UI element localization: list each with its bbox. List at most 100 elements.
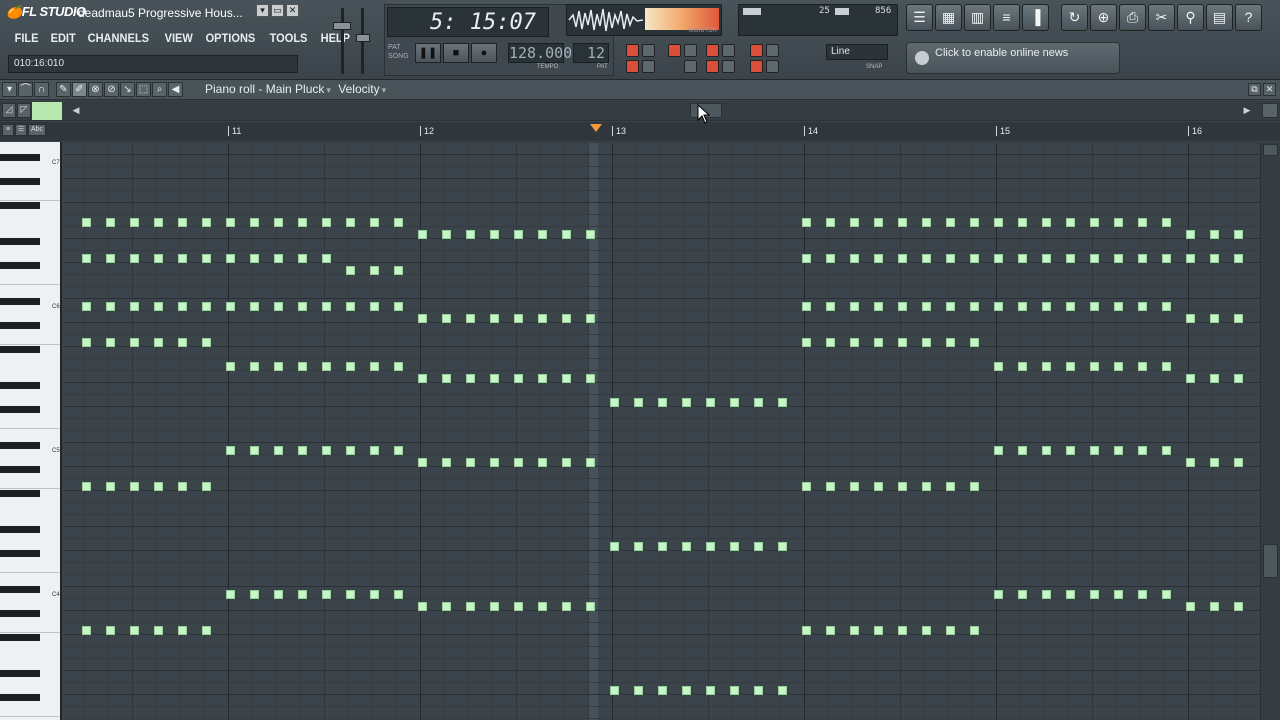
note[interactable] (610, 686, 619, 695)
note[interactable] (346, 266, 355, 275)
note[interactable] (1042, 590, 1051, 599)
automation-icon[interactable] (722, 60, 735, 73)
timeline-ruler[interactable]: ≡ ☰ Abc 11 12 13 14 15 16 (0, 122, 1280, 141)
black-key[interactable] (0, 202, 40, 209)
mute-icon[interactable]: ⊘ (104, 82, 119, 97)
note[interactable] (442, 230, 451, 239)
note[interactable] (154, 302, 163, 311)
oscilloscope-monitor[interactable]: MONITOR (566, 4, 722, 36)
note[interactable] (946, 218, 955, 227)
note[interactable] (826, 482, 835, 491)
note[interactable] (1066, 590, 1075, 599)
black-key[interactable] (0, 322, 40, 329)
note[interactable] (274, 254, 283, 263)
stop-icon[interactable]: ■ (443, 43, 469, 63)
note[interactable] (946, 338, 955, 347)
note[interactable] (634, 542, 643, 551)
note[interactable] (562, 314, 571, 323)
scroll-up-arrow[interactable] (1263, 144, 1278, 156)
note[interactable] (1210, 230, 1219, 239)
note[interactable] (754, 398, 763, 407)
note[interactable] (274, 302, 283, 311)
note[interactable] (754, 686, 763, 695)
note[interactable] (994, 590, 1003, 599)
note[interactable] (586, 374, 595, 383)
minimize-button[interactable]: ▾ (256, 4, 269, 17)
note[interactable] (1186, 230, 1195, 239)
note[interactable] (394, 590, 403, 599)
close-icon[interactable]: ✕ (1263, 83, 1276, 96)
sync-icon[interactable] (750, 60, 763, 73)
note[interactable] (274, 362, 283, 371)
piano-keyboard[interactable]: C7 C6 C5 C4 (0, 142, 62, 720)
note[interactable] (850, 338, 859, 347)
pitch-knob[interactable] (356, 34, 370, 42)
fullscreen-icon[interactable] (1262, 103, 1278, 118)
note[interactable] (274, 446, 283, 455)
note[interactable] (370, 302, 379, 311)
note[interactable] (322, 302, 331, 311)
tempo-display[interactable]: 128.000 (508, 43, 572, 63)
scroll-icon[interactable] (642, 60, 655, 73)
typing-keyboard-icon[interactable] (626, 44, 639, 57)
note[interactable] (418, 374, 427, 383)
note[interactable] (130, 482, 139, 491)
note[interactable] (730, 686, 739, 695)
export-icon[interactable]: ⎙ (1119, 4, 1146, 31)
note[interactable] (250, 362, 259, 371)
note[interactable] (802, 218, 811, 227)
mixer-icon[interactable]: ▐ (1022, 4, 1049, 31)
note[interactable] (682, 542, 691, 551)
note[interactable] (898, 482, 907, 491)
note[interactable] (1138, 254, 1147, 263)
note[interactable] (130, 338, 139, 347)
note[interactable] (1042, 362, 1051, 371)
pause-icon[interactable]: ❚❚ (415, 43, 441, 63)
note[interactable] (442, 314, 451, 323)
note[interactable] (1210, 374, 1219, 383)
note[interactable] (874, 302, 883, 311)
note[interactable] (346, 218, 355, 227)
menu-tools[interactable]: TOOLS (265, 29, 312, 47)
note[interactable] (394, 218, 403, 227)
menu-edit[interactable]: EDIT (46, 29, 80, 47)
black-key[interactable] (0, 694, 40, 701)
note[interactable] (226, 254, 235, 263)
note[interactable] (610, 542, 619, 551)
note[interactable] (538, 374, 547, 383)
note[interactable] (1234, 374, 1243, 383)
note[interactable] (1066, 254, 1075, 263)
scroll-right-arrow[interactable]: ▶ (1238, 103, 1256, 118)
note[interactable] (1114, 254, 1123, 263)
dropdown-icon[interactable]: ▾ (382, 85, 387, 95)
note[interactable] (802, 482, 811, 491)
note[interactable] (1090, 446, 1099, 455)
note[interactable] (1234, 602, 1243, 611)
note[interactable] (202, 302, 211, 311)
note[interactable] (202, 626, 211, 635)
note[interactable] (1114, 302, 1123, 311)
note[interactable] (82, 482, 91, 491)
note[interactable] (442, 458, 451, 467)
note[interactable] (106, 302, 115, 311)
note[interactable] (658, 542, 667, 551)
loop-record-icon[interactable] (750, 44, 763, 57)
note[interactable] (490, 602, 499, 611)
note[interactable] (106, 482, 115, 491)
note[interactable] (538, 230, 547, 239)
notes-icon[interactable]: ▤ (1206, 4, 1233, 31)
note[interactable] (322, 590, 331, 599)
note[interactable] (874, 338, 883, 347)
note[interactable] (970, 626, 979, 635)
note[interactable] (1162, 362, 1171, 371)
zoom-icon[interactable]: ⌕ (152, 82, 167, 97)
note[interactable] (298, 446, 307, 455)
note[interactable] (1234, 314, 1243, 323)
note[interactable] (946, 254, 955, 263)
note[interactable] (874, 254, 883, 263)
note[interactable] (1186, 374, 1195, 383)
note[interactable] (370, 218, 379, 227)
note[interactable] (514, 602, 523, 611)
punch-icon[interactable] (706, 60, 719, 73)
master-pitch-slider[interactable] (356, 6, 370, 76)
